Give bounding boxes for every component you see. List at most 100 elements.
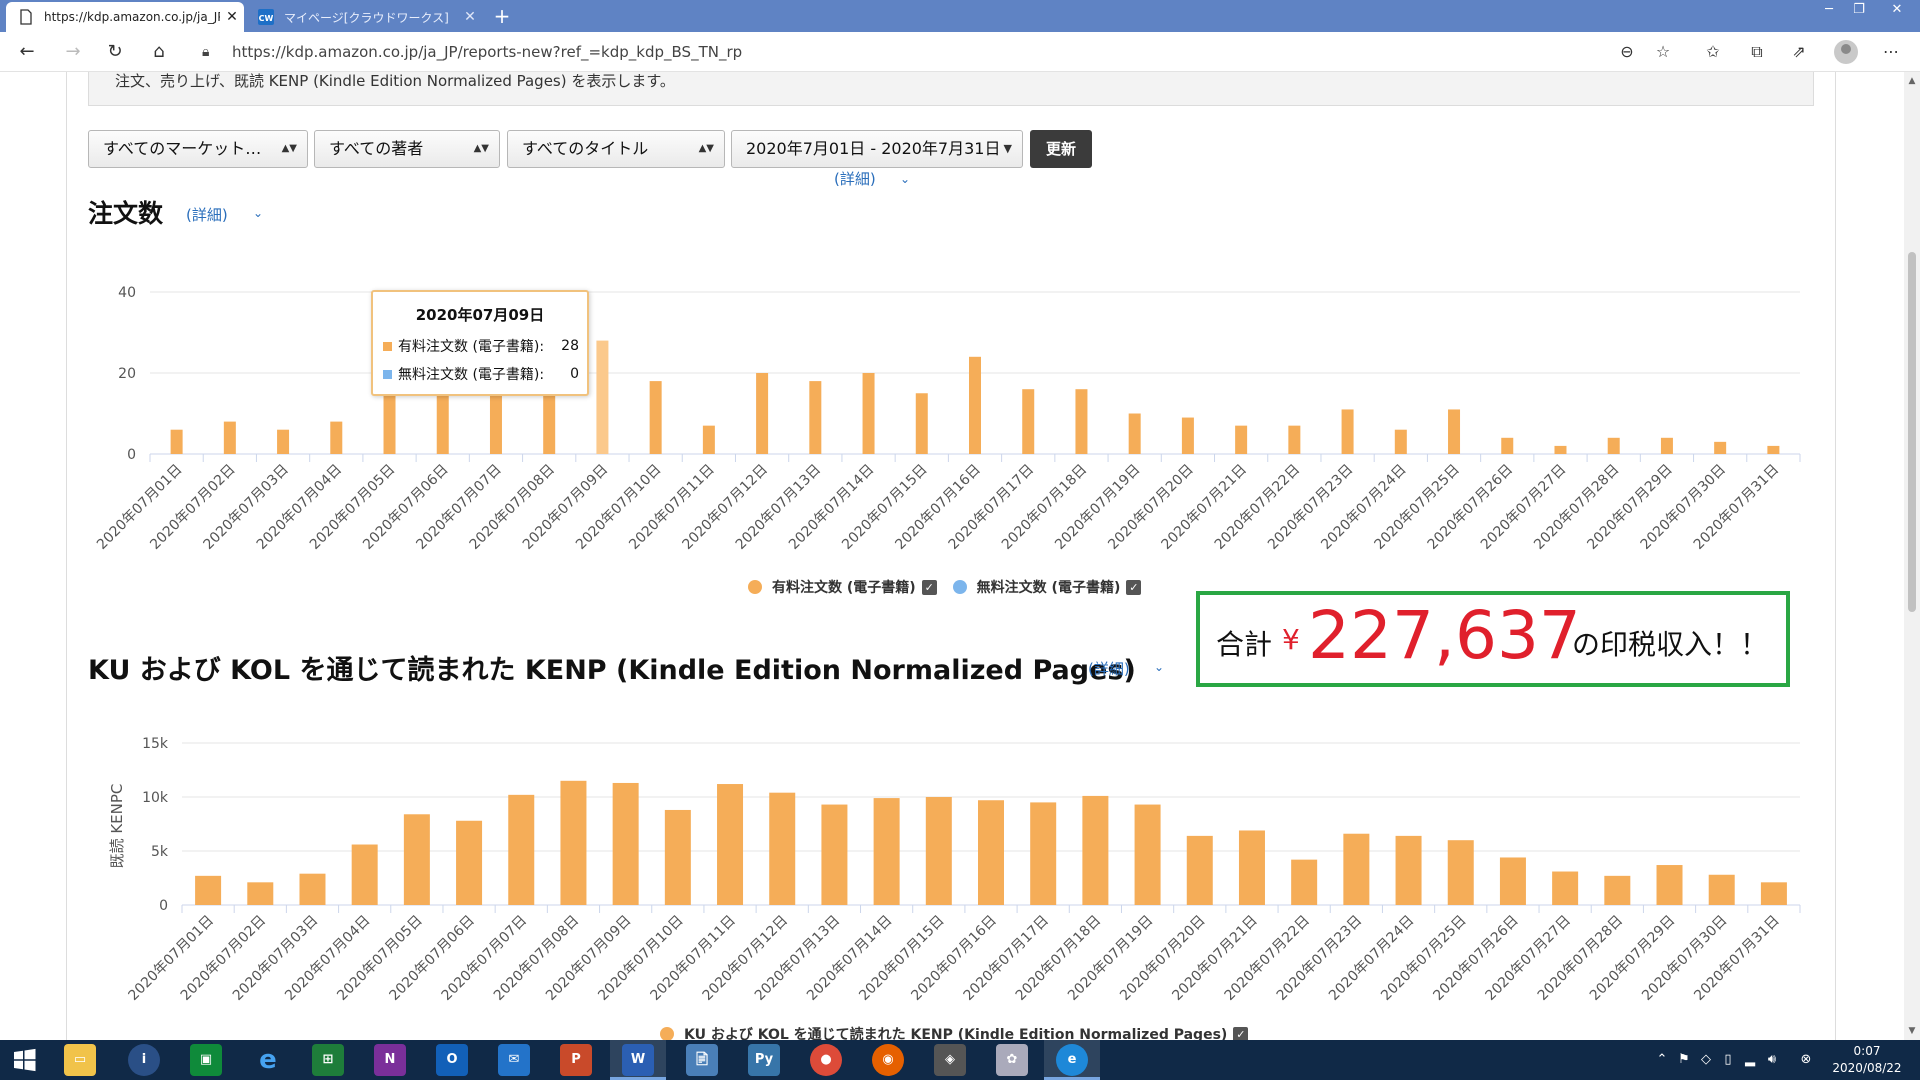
bar [1288,425,1301,454]
green-app-icon[interactable]: ⊞ [312,1044,344,1076]
legend-checkbox-paid[interactable]: ✓ [921,579,937,595]
bar [809,381,822,454]
y-tick-label: 40 [118,285,136,301]
ime-icon[interactable]: ⊗ [1798,1052,1814,1067]
scroll-thumb[interactable] [1908,252,1916,612]
powerpoint-icon[interactable]: P [560,1044,592,1076]
bar [1343,833,1370,905]
y-tick-label: 0 [159,898,168,914]
flag-icon[interactable]: ⚑ [1676,1052,1692,1067]
tooltip-label: 有料注文数 (電子書籍): [398,339,545,355]
page-scrollbar[interactable]: ▲ ▼ [1904,72,1920,1040]
bar [1395,835,1422,905]
bar [1238,830,1265,905]
bar [1235,425,1248,454]
bar [596,340,609,454]
dropbox-icon[interactable]: ◇ [1698,1052,1714,1067]
bar [1708,874,1735,905]
bar [508,794,535,905]
chart-tooltip: 2020年07月09日 有料注文数 (電子書籍): 28 無料注文数 (電子書籍… [371,290,589,396]
scroll-up-icon[interactable]: ▲ [1904,76,1920,86]
bar [1030,802,1057,905]
bar [1656,865,1683,905]
app-icon[interactable]: ◈ [934,1044,966,1076]
chrome-icon[interactable]: ● [810,1044,842,1076]
legend-dot [952,580,967,594]
zoom-icon[interactable]: ⊖ [1614,40,1640,64]
bar [1181,417,1194,454]
outlook-icon[interactable]: O [436,1044,468,1076]
bar [1660,437,1673,454]
share-icon[interactable]: ⇗ [1786,40,1812,64]
more-menu-icon[interactable]: ⋯ [1878,40,1904,64]
python-icon[interactable]: Py [748,1044,780,1076]
home-icon[interactable]: ⌂ [144,38,174,66]
edge-icon[interactable]: e [1056,1044,1088,1076]
bar [862,373,875,454]
favorites-list-icon[interactable]: ✩ [1700,40,1726,64]
taskbar-clock[interactable]: 0:07 2020/08/22 [1822,1043,1912,1077]
chevron-down-icon[interactable]: ⌄ [1154,660,1164,674]
tab-crowdworks[interactable]: CW マイページ[クラウドワークス] ✕ [246,2,482,32]
network-icon[interactable]: ▂ [1742,1052,1758,1067]
info-app-icon[interactable]: i [128,1044,160,1076]
bar [1447,840,1474,905]
device-icon[interactable]: ▯ [1720,1052,1736,1067]
bar [1134,804,1161,905]
orders-legend: 有料注文数 (電子書籍) ✓ 無料注文数 (電子書籍) ✓ [748,577,1157,597]
browser-toolbar: ← → ↻ ⌂ 🔒︎ https://kdp.amazon.co.jp/ja_J… [0,32,1920,72]
app-icon[interactable]: ✿ [996,1044,1028,1076]
tooltip-date: 2020年07月09日 [415,306,545,324]
python-file-icon[interactable]: 📄︎ [686,1044,718,1076]
forward-icon[interactable]: → [58,38,88,66]
x-tick-label: 2020年07月01日 [126,913,217,1004]
scroll-down-icon[interactable]: ▼ [1904,1026,1920,1036]
bar [1760,882,1787,905]
refresh-icon[interactable]: ↻ [100,38,130,66]
kenp-legend: KU および KOL を通じて読まれた KENP (Kindle Edition… [660,1024,1264,1040]
bar [330,421,343,454]
legend-checkbox-free[interactable]: ✓ [1126,579,1142,595]
lock-icon: 🔒︎ [202,44,210,60]
bar [195,875,222,905]
tray-expand-icon[interactable]: ⌃ [1654,1052,1670,1067]
bar [664,809,691,905]
bar [873,798,900,905]
address-bar[interactable]: 🔒︎ https://kdp.amazon.co.jp/ja_JP/report… [196,37,1656,67]
bar [1607,437,1620,454]
firefox-icon[interactable]: ◉ [872,1044,904,1076]
tab-kdp-reports[interactable]: https://kdp.amazon.co.jp/ja_JP/re ✕ [6,2,244,32]
bar [915,393,928,454]
bar [612,782,639,905]
tab-title: マイページ[クラウドワークス] [284,10,449,25]
legend-checkbox-kenp[interactable]: ✓ [1233,1026,1249,1040]
kenp-title: KU および KOL を通じて読まれた KENP (Kindle Edition… [88,655,1136,686]
favorite-star-icon[interactable]: ☆ [1650,40,1676,64]
tab-title: https://kdp.amazon.co.jp/ja_JP/re [44,10,220,24]
bar [769,792,796,905]
back-icon[interactable]: ← [12,38,42,66]
tab-close-icon[interactable]: ✕ [458,9,482,25]
bar [1554,445,1567,454]
store-app-icon[interactable]: ▣ [190,1044,222,1076]
volume-icon[interactable]: 🔊︎ [1764,1052,1780,1067]
file-explorer-icon[interactable]: ▭ [64,1044,96,1076]
tab-close-icon[interactable]: ✕ [220,9,244,25]
word-icon[interactable]: W [622,1044,654,1076]
collections-icon[interactable]: ⧉ [1744,40,1770,64]
profile-avatar[interactable] [1834,40,1858,64]
close-window-icon[interactable]: ✕ [1874,0,1920,24]
windows-start-icon[interactable] [0,1040,48,1080]
bar [1082,795,1109,905]
internet-explorer-icon[interactable]: e [252,1044,284,1076]
bar [247,882,274,905]
kenp-detail-link[interactable]: (詳細) [1088,658,1130,679]
royalty-total-annotation: 合計 ¥ 227,637 の印税収入！！ [1196,591,1790,687]
bar [649,381,662,454]
clock-time: 0:07 [1853,1044,1881,1058]
clock-date: 2020/08/22 [1832,1061,1902,1075]
bar [1499,857,1526,905]
mail-icon[interactable]: ✉ [498,1044,530,1076]
new-tab-button[interactable]: + [490,4,514,28]
onenote-icon[interactable]: N [374,1044,406,1076]
